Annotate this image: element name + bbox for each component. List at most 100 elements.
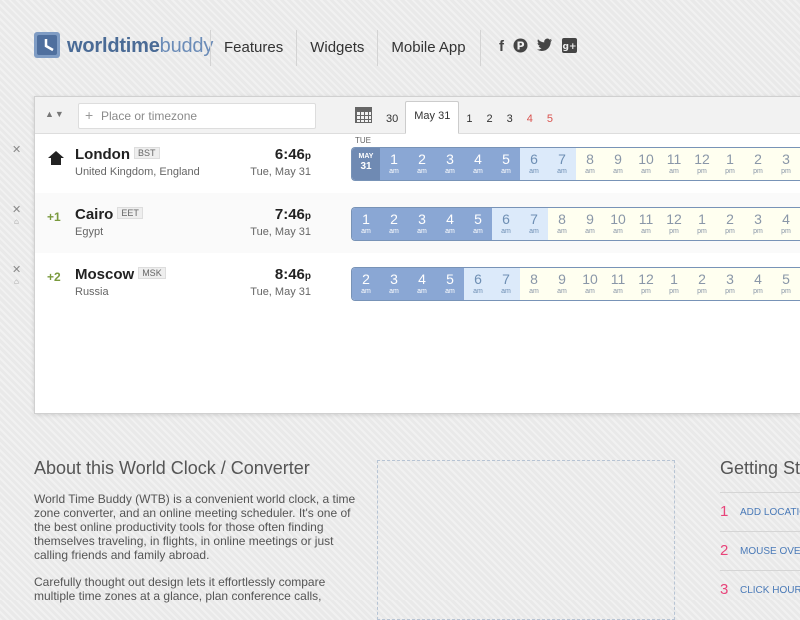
nav-widgets[interactable]: Widgets [296, 30, 377, 66]
hour-cell[interactable]: 5 am [464, 208, 492, 240]
hour-cell[interactable]: 3 pm [744, 208, 772, 240]
day-label: TUE [355, 136, 371, 145]
getting-started-step-2[interactable]: 2 MOUSE OVER [720, 531, 800, 570]
svg-text:P: P [516, 40, 524, 53]
hour-cell[interactable]: 10 am [576, 268, 604, 300]
date-tab[interactable]: May 31 [405, 101, 460, 134]
twitter-icon[interactable] [537, 38, 553, 66]
hour-cell[interactable]: 5 am [436, 268, 464, 300]
hour-cell[interactable]: 12 pm [632, 268, 660, 300]
hour-cell[interactable]: 2 pm [716, 208, 744, 240]
remove-location-icon[interactable]: ✕ [12, 263, 21, 276]
about-title: About this World Clock / Converter [34, 458, 310, 478]
hour-cell[interactable]: 10 am [632, 148, 660, 180]
hour-cell[interactable]: 4 am [408, 268, 436, 300]
hour-cell[interactable]: 7 am [520, 208, 548, 240]
logo-text: worldtimebuddy [67, 34, 214, 57]
date-tab[interactable]: 5 [540, 105, 560, 133]
hour-cell[interactable]: 2 pm [688, 268, 716, 300]
hour-cell[interactable]: 4 pm [744, 268, 772, 300]
country-name: Egypt [75, 226, 104, 238]
hour-cell[interactable]: 8 am [548, 208, 576, 240]
facebook-icon[interactable]: f [499, 38, 504, 66]
hour-cell[interactable]: 5 pm [772, 268, 800, 300]
date-tab[interactable]: 30 [379, 105, 405, 133]
date-tab[interactable]: 4 [520, 105, 540, 133]
hour-cell[interactable]: 11 am [660, 148, 688, 180]
date-cell[interactable]: MAY 31 [352, 148, 380, 180]
hour-cell[interactable]: 1 pm [660, 268, 688, 300]
pinterest-icon[interactable]: P [513, 38, 528, 66]
hour-cell[interactable]: 5 am [492, 148, 520, 180]
hour-cell[interactable]: 9 am [604, 148, 632, 180]
hour-cell[interactable]: 6 am [520, 148, 548, 180]
nav-features[interactable]: Features [210, 30, 296, 66]
hour-strip: 2 am 3 am 4 am 5 am 6 am 7 am 8 am 9 am 10 am 11 am 12 pm 1 pm 2… [351, 267, 800, 301]
hour-cell[interactable]: 11 am [632, 208, 660, 240]
hour-cell[interactable]: 3 am [380, 268, 408, 300]
hour-cell[interactable]: 1 am [352, 208, 380, 240]
hour-cell[interactable]: 9 am [576, 208, 604, 240]
hour-cell[interactable]: 2 am [380, 208, 408, 240]
date-tab[interactable]: 2 [479, 105, 499, 133]
hour-cell[interactable]: 8 am [520, 268, 548, 300]
set-home-icon[interactable]: ⌂ [14, 277, 19, 286]
hour-cell[interactable]: 7 am [548, 148, 576, 180]
hour-cell[interactable]: 1 am [380, 148, 408, 180]
hour-cell[interactable]: 6 am [492, 208, 520, 240]
date-tab[interactable]: 1 [459, 105, 479, 133]
location-row[interactable]: ✕ ⌂ +2 Moscow MSK Russia 8:46p Tue, May 31 2 am 3 a… [12, 253, 800, 313]
toolbar: ▲▼ + 30May 3112345 [35, 97, 800, 134]
hour-cell[interactable]: 4 am [464, 148, 492, 180]
timezone-offset: +2 [47, 270, 61, 284]
hour-cell[interactable]: 8 am [576, 148, 604, 180]
getting-started-title: Getting St [720, 458, 800, 478]
calendar-icon[interactable] [355, 107, 372, 123]
city-name[interactable]: Moscow MSK [75, 266, 166, 283]
main-nav: Features Widgets Mobile App [210, 30, 479, 66]
remove-location-icon[interactable]: ✕ [12, 203, 21, 216]
set-home-icon[interactable]: ⌂ [14, 217, 19, 226]
sort-arrows-icon[interactable]: ▲▼ [45, 109, 65, 119]
hour-cell[interactable]: 10 am [604, 208, 632, 240]
svg-text:g+: g+ [563, 42, 577, 52]
country-name: Russia [75, 286, 109, 298]
city-name[interactable]: Cairo EET [75, 206, 143, 223]
hour-cell[interactable]: 6 am [464, 268, 492, 300]
plus-icon: + [85, 107, 94, 123]
hour-cell[interactable]: 3 am [408, 208, 436, 240]
hour-cell[interactable]: 3 pm [772, 148, 800, 180]
location-row[interactable]: ✕ TUE London BST United Kingdom, England 6:46… [12, 133, 800, 193]
remove-location-icon[interactable]: ✕ [12, 143, 21, 156]
step-text[interactable]: CLICK HOUR T [740, 585, 800, 596]
place-search[interactable]: + [78, 103, 316, 129]
hour-cell[interactable]: 4 am [436, 208, 464, 240]
google-plus-icon[interactable]: g+ [562, 38, 577, 66]
date-tab[interactable]: 3 [500, 105, 520, 133]
location-row[interactable]: ✕ ⌂ +1 Cairo EET Egypt 7:46p Tue, May 31 1 am 2 am 3… [12, 193, 800, 253]
getting-started-step-3[interactable]: 3 CLICK HOUR T [720, 570, 800, 609]
hour-cell[interactable]: 4 pm [772, 208, 800, 240]
hour-strip: 1 am 2 am 3 am 4 am 5 am 6 am 7 am 8 am 9 am 10 am 11 am 12 pm 1… [351, 207, 800, 241]
hour-cell[interactable]: 9 am [548, 268, 576, 300]
logo[interactable]: worldtimebuddy [33, 30, 213, 62]
hour-cell[interactable]: 11 am [604, 268, 632, 300]
hour-cell[interactable]: 7 am [492, 268, 520, 300]
hour-cell[interactable]: 3 pm [716, 268, 744, 300]
hour-cell[interactable]: 1 pm [688, 208, 716, 240]
about-paragraph-1: World Time Buddy (WTB) is a convenient w… [34, 492, 356, 562]
hour-cell[interactable]: 2 am [408, 148, 436, 180]
hour-cell[interactable]: 3 am [436, 148, 464, 180]
step-number: 3 [720, 581, 729, 598]
nav-mobile-app[interactable]: Mobile App [377, 30, 478, 66]
hour-cell[interactable]: 2 pm [744, 148, 772, 180]
hour-cell[interactable]: 1 pm [716, 148, 744, 180]
hour-cell[interactable]: 12 pm [688, 148, 716, 180]
hour-cell[interactable]: 2 am [352, 268, 380, 300]
city-name[interactable]: London BST [75, 146, 160, 163]
step-text[interactable]: ADD LOCATIO [740, 507, 800, 518]
step-text[interactable]: MOUSE OVER [740, 546, 800, 557]
place-search-input[interactable] [99, 106, 303, 126]
getting-started-step-1[interactable]: 1 ADD LOCATIO [720, 492, 800, 531]
hour-cell[interactable]: 12 pm [660, 208, 688, 240]
